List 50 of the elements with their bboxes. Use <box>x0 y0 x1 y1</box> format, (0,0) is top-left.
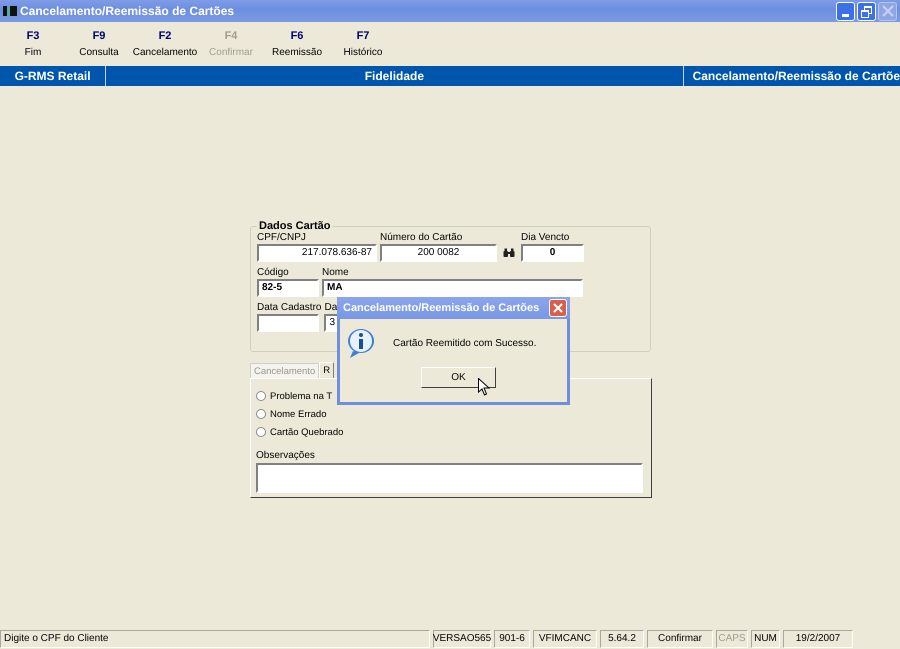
restore-button[interactable] <box>857 2 876 20</box>
close-icon <box>553 303 563 313</box>
status-panel: 5.64.2 <box>600 630 644 648</box>
group-title: Dados Cartão <box>258 220 332 232</box>
radio-button[interactable] <box>256 391 266 401</box>
app-logo-icon <box>3 6 17 16</box>
observations-field[interactable] <box>256 463 643 493</box>
status-panel: VERSAO565 <box>433 630 491 648</box>
window-title: Cancelamento/Reemissão de Cartões <box>20 4 234 18</box>
input-field[interactable] <box>257 314 319 332</box>
toolbar-button[interactable]: F9 Consulta <box>66 30 132 58</box>
radio-label: Problema na T <box>270 390 332 402</box>
field-label: Dia Vencto <box>521 232 570 243</box>
input-field[interactable]: 82-5 <box>257 279 319 297</box>
status-panel: 901-6 <box>494 630 530 648</box>
input-field[interactable]: MA <box>322 279 583 297</box>
radio-button[interactable] <box>256 427 266 437</box>
status-panel: Confirmar <box>647 630 713 648</box>
status-panel: NUM <box>751 630 780 648</box>
dialog-title: Cancelamento/Reemissão de Cartões <box>343 302 540 314</box>
field-label: CPF/CNPJ <box>257 232 307 243</box>
status-panel: CAPS <box>716 630 748 648</box>
radio-button[interactable] <box>256 409 266 419</box>
input-field[interactable]: 217.078.636-87 <box>257 244 377 262</box>
status-panel: 19/2/2007 <box>783 630 853 648</box>
toolbar-button[interactable]: F7 Histórico <box>330 30 396 58</box>
info-icon <box>345 327 377 359</box>
ok-button[interactable]: OK <box>421 367 496 388</box>
toolbar-button[interactable]: F3 Fim <box>0 30 66 58</box>
minimize-button[interactable] <box>836 2 855 20</box>
field-label: Nome <box>322 267 350 278</box>
radio-label: Cartão Quebrado <box>270 426 344 438</box>
header-text: G-RMS Retail <box>0 66 106 86</box>
input-field[interactable]: 200 0082 <box>380 244 497 262</box>
field-label: Data Cadastro <box>257 302 322 313</box>
observations-label: Observações <box>256 450 316 461</box>
header-text: Cancelamento/Reemissão de Cartõe <box>692 68 900 85</box>
status-panel: VFIMCANC <box>533 630 597 648</box>
dialog-message: Cartão Reemitido com Sucesso. <box>393 338 536 348</box>
input-field[interactable]: 0 <box>521 244 584 262</box>
field-label: Código <box>257 267 290 278</box>
field-label: Número do Cartão <box>380 232 464 243</box>
status-panel: Digite o CPF do Cliente <box>0 630 430 648</box>
toolbar-button[interactable]: F6 Reemissão <box>264 30 330 58</box>
tab[interactable]: R <box>319 362 334 378</box>
radio-label: Nome Errado <box>270 408 326 420</box>
toolbar-button[interactable]: F2 Cancelamento <box>132 30 198 58</box>
mouse-cursor-icon <box>478 378 490 396</box>
header-text: Fidelidade <box>106 66 684 86</box>
binoculars-icon <box>503 248 515 258</box>
